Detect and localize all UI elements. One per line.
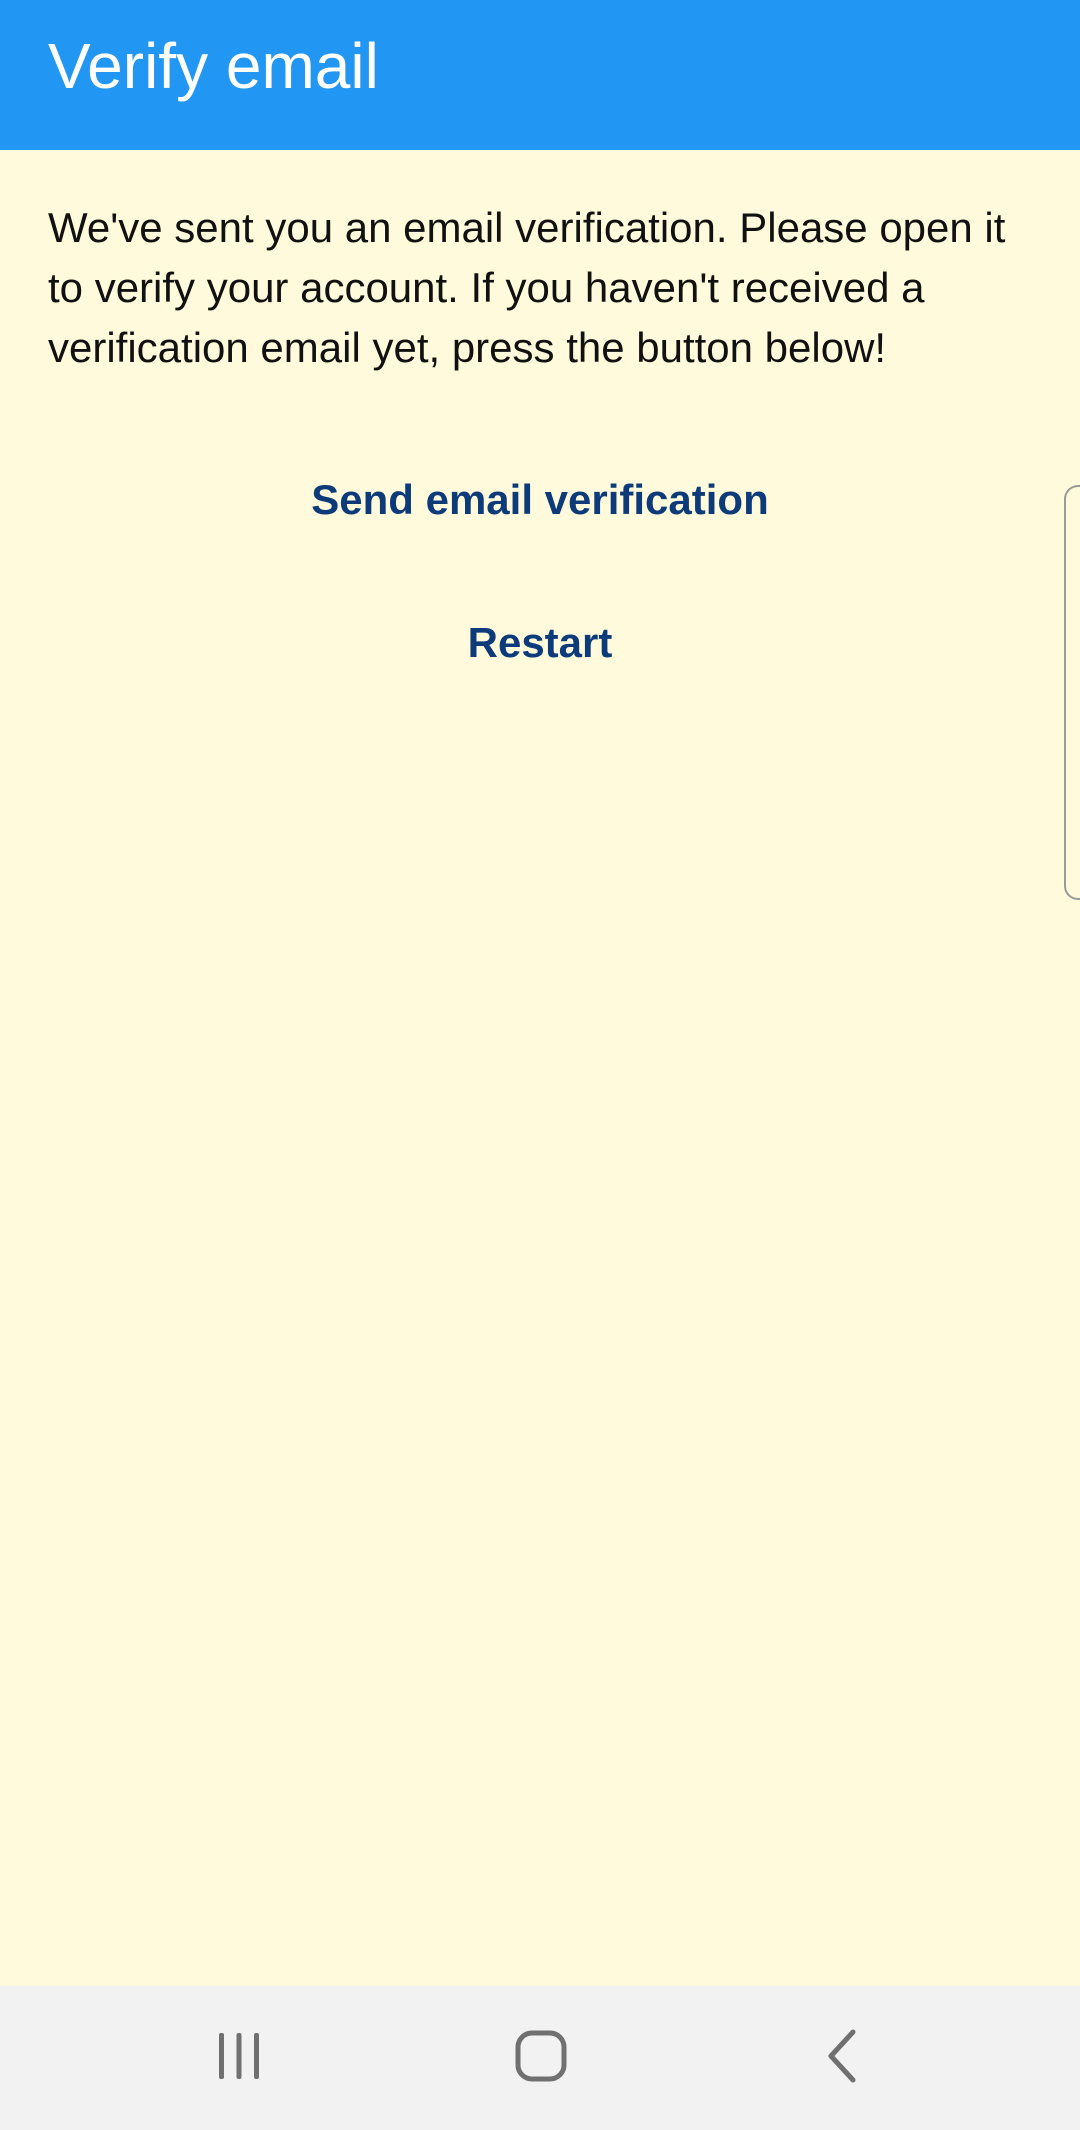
verification-message: We've sent you an email verification. Pl… [48,204,1006,371]
app-bar: Verify email [0,0,1080,150]
home-button[interactable] [481,2008,601,2108]
main-content: We've sent you an email verification. Pl… [0,150,1080,1986]
recents-button[interactable] [179,2008,299,2108]
restart-button[interactable]: Restart [0,613,1080,673]
back-icon [823,2028,863,2089]
page-title: Verify email [48,30,379,102]
home-icon [515,2030,567,2087]
back-button[interactable] [783,2008,903,2108]
recents-icon [215,2031,263,2086]
send-email-verification-button[interactable]: Send email verification [0,470,1080,530]
edge-panel-handle[interactable] [1064,485,1080,900]
system-navigation-bar [0,1986,1080,2130]
